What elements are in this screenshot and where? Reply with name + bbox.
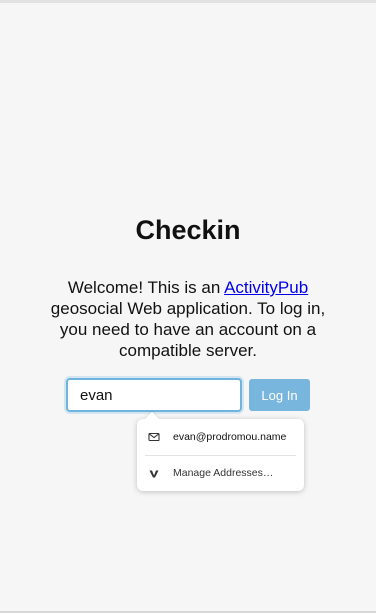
address-input[interactable] xyxy=(66,378,242,412)
autofill-dropdown: evan@prodromou.name Manage Addresses… xyxy=(137,411,304,491)
welcome-text-end: geosocial Web application. To log in, yo… xyxy=(50,299,326,360)
autofill-item-manage[interactable]: Manage Addresses… xyxy=(137,456,304,490)
page-title: Checkin xyxy=(135,215,241,245)
welcome-text-start: Welcome! This is an xyxy=(67,278,225,297)
autofill-item-manage-label: Manage Addresses… xyxy=(173,467,274,479)
envelope-icon xyxy=(148,431,160,443)
manage-addresses-icon xyxy=(148,467,160,479)
autofill-item-address-label: evan@prodromou.name xyxy=(173,431,287,443)
welcome-text: Welcome! This is an ActivityPub geosocia… xyxy=(38,277,338,361)
autofill-item-address[interactable]: evan@prodromou.name xyxy=(137,420,304,454)
login-button[interactable]: Log In xyxy=(249,379,310,411)
activitypub-link[interactable]: ActivityPub xyxy=(224,278,308,297)
window-top-edge xyxy=(0,0,376,3)
login-form: Log In xyxy=(66,378,312,412)
